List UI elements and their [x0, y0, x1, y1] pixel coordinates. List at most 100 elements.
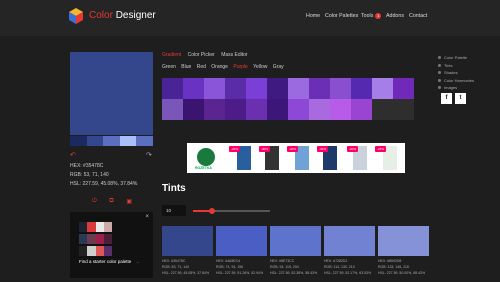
nav-home[interactable]: Home	[306, 13, 320, 19]
tint-card[interactable]: HEX: #4A5EC4 RGB: 74, 94, 196 HSL: 227.5…	[216, 226, 267, 276]
brand-name[interactable]: Color Designer	[89, 10, 156, 21]
section-link[interactable]: Shades	[438, 69, 474, 77]
tab-color-picker[interactable]: Color Picker	[188, 52, 215, 58]
tint-hsl: HSL: 227.59, 50.00%, 68.43%	[378, 271, 426, 275]
tint-card[interactable]: HEX: #7282D2 RGB: 114, 130, 210 HSL: 227…	[324, 226, 375, 276]
tint-card[interactable]: HEX: #8592D8 RGB: 133, 146, 216 HSL: 227…	[378, 226, 429, 276]
tint-swatch[interactable]	[216, 226, 267, 256]
copy-icon[interactable]: ⧉	[109, 198, 113, 205]
tab-blue[interactable]: Blue	[181, 64, 191, 70]
palette-color	[87, 234, 96, 244]
grid-color-cell[interactable]	[351, 99, 372, 120]
power-icon[interactable]: ⏻	[92, 198, 97, 205]
palette-color	[95, 234, 104, 244]
tab-green[interactable]: Green	[162, 64, 176, 70]
slider-handle[interactable]	[209, 208, 216, 214]
tint-count-input[interactable]: 10	[162, 205, 186, 216]
palette-color	[103, 234, 112, 244]
shade-swatch[interactable]	[136, 136, 153, 146]
grid-color-cell[interactable]	[393, 99, 414, 120]
discount-tag: -30%	[259, 146, 270, 152]
discount-tag: -30%	[317, 146, 328, 152]
nav-contact[interactable]: Contact	[409, 13, 427, 19]
palette-color	[103, 246, 112, 256]
ad-banner[interactable]: ROZETKA -20% -30% -20% -30% -20% -25%	[187, 143, 405, 173]
grid-color-cell[interactable]	[204, 78, 225, 99]
tint-info: HEX: #7282D2 RGB: 114, 130, 210 HSL: 227…	[324, 258, 375, 276]
nav-tools[interactable]: Tools 1	[361, 13, 382, 19]
color-grid	[162, 78, 414, 120]
discount-tag: -20%	[229, 146, 240, 152]
section-link[interactable]: Color Harmonies	[438, 77, 474, 85]
shade-swatch[interactable]	[119, 136, 137, 146]
grid-color-cell[interactable]	[162, 99, 183, 120]
grid-color-cell[interactable]	[183, 78, 204, 99]
section-nav: Color Palette Tints Shades Color Harmoni…	[438, 54, 474, 92]
tint-card[interactable]: HEX: #35478C RGB: 53, 71, 140 HSL: 227.5…	[162, 226, 213, 276]
grid-color-cell[interactable]	[267, 99, 288, 120]
arrow-right-icon: →	[135, 259, 140, 264]
grid-color-cell[interactable]	[225, 99, 246, 120]
tint-swatch[interactable]	[162, 226, 213, 256]
grid-color-cell[interactable]	[162, 78, 183, 99]
brand-part2: Designer	[115, 10, 156, 21]
tint-count-slider[interactable]	[193, 208, 270, 214]
nav-color-palettes[interactable]: Color Palettes	[325, 13, 358, 19]
tab-mass-editor[interactable]: Mass Editor	[221, 52, 247, 58]
tint-swatch[interactable]	[378, 226, 429, 256]
main-color-swatch	[70, 52, 153, 135]
grid-color-cell[interactable]	[393, 78, 414, 99]
discount-tag: -20%	[287, 146, 298, 152]
grid-color-cell[interactable]	[351, 78, 372, 99]
cube-logo-icon[interactable]	[69, 8, 83, 24]
redo-icon[interactable]: ↷	[146, 151, 152, 159]
tab-purple[interactable]: Purple	[233, 64, 247, 70]
tint-swatch[interactable]	[324, 226, 375, 256]
twitter-icon[interactable]: t	[455, 93, 466, 104]
grid-color-cell[interactable]	[288, 78, 309, 99]
hsl-value: HSL: 227.59, 45.08%, 37.84%	[70, 181, 138, 187]
color-family-tabs: Green Blue Red Orange Purple Yellow Gray	[162, 64, 288, 70]
grid-color-cell[interactable]	[204, 99, 225, 120]
grid-color-cell[interactable]	[330, 99, 351, 120]
grid-color-cell[interactable]	[309, 78, 330, 99]
shade-swatch[interactable]	[103, 136, 120, 146]
grid-color-cell[interactable]	[288, 99, 309, 120]
grid-color-cell[interactable]	[330, 78, 351, 99]
tint-hsl: HSL: 227.59, 51.26%, 52.94%	[216, 271, 264, 275]
tint-card[interactable]: HEX: #5E73CC RGB: 94, 115, 204 HSL: 227.…	[270, 226, 321, 276]
grid-color-cell[interactable]	[267, 78, 288, 99]
tab-orange[interactable]: Orange	[211, 64, 228, 70]
section-link[interactable]: Color Palette	[438, 54, 474, 62]
brand-part1: Color	[89, 10, 113, 21]
tab-gradient[interactable]: Gradient	[162, 52, 181, 58]
palette-preview-row	[79, 222, 112, 232]
facebook-icon[interactable]: f	[441, 93, 452, 104]
section-link[interactable]: Tints	[438, 62, 474, 70]
grid-color-cell[interactable]	[183, 99, 204, 120]
action-icons: ⏻ ⧉ ▣	[92, 198, 132, 205]
tab-yellow[interactable]: Yellow	[253, 64, 267, 70]
grid-color-cell[interactable]	[225, 78, 246, 99]
tint-info: HEX: #35478C RGB: 53, 71, 140 HSL: 227.5…	[162, 258, 213, 276]
tab-gray[interactable]: Gray	[273, 64, 284, 70]
grid-color-cell[interactable]	[246, 99, 267, 120]
ad-logo-text: ROZETKA	[195, 166, 212, 170]
palette-color	[87, 246, 96, 256]
shade-strip	[70, 136, 153, 146]
section-link[interactable]: Images	[438, 84, 474, 92]
grid-color-cell[interactable]	[309, 99, 330, 120]
grid-color-cell[interactable]	[372, 78, 393, 99]
grid-color-cell[interactable]	[246, 78, 267, 99]
shade-swatch[interactable]	[86, 136, 104, 146]
shade-swatch[interactable]	[70, 136, 87, 146]
close-icon[interactable]: ×	[145, 214, 149, 220]
undo-icon[interactable]: ↶	[70, 151, 76, 159]
nav-addons[interactable]: Addons	[386, 13, 404, 19]
grid-color-cell[interactable]	[372, 99, 393, 120]
tint-swatch[interactable]	[270, 226, 321, 256]
palette-color	[103, 222, 112, 232]
starter-palette-link[interactable]: Find a starter color palette →	[79, 259, 140, 264]
tab-red[interactable]: Red	[197, 64, 206, 70]
image-icon[interactable]: ▣	[126, 198, 132, 205]
